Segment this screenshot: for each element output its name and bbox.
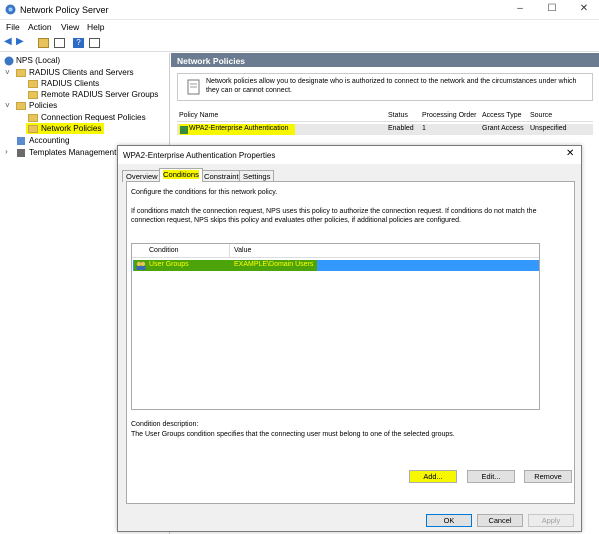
col-status[interactable]: Status <box>388 112 408 119</box>
pane-header: Network Policies <box>171 53 599 67</box>
folder-icon <box>28 125 38 133</box>
properties-icon[interactable] <box>89 38 100 48</box>
conditions-list: Condition Value User Groups EXAMPLE\Doma… <box>131 243 540 410</box>
policy-order: 1 <box>422 125 426 132</box>
dialog-title-bar: WPA2-Enterprise Authentication Propertie… <box>118 146 581 164</box>
column-divider <box>229 244 230 258</box>
properties-dialog: WPA2-Enterprise Authentication Propertie… <box>117 145 582 532</box>
condition-name: User Groups <box>149 261 189 268</box>
conditions-pane: Configure the conditions for this networ… <box>126 181 575 504</box>
up-folder-icon[interactable] <box>38 38 49 48</box>
col-policy-name[interactable]: Policy Name <box>179 112 218 119</box>
conditions-list-header: Condition Value <box>132 244 539 258</box>
tree-radius-clients[interactable]: RADIUS Clients <box>41 79 99 88</box>
accounting-icon <box>17 137 25 145</box>
add-button[interactable]: Add... <box>409 470 457 483</box>
policy-list-header: Policy Name Status Processing Order Acce… <box>177 111 593 122</box>
col-access-type[interactable]: Access Type <box>482 112 522 119</box>
edit-button[interactable]: Edit... <box>467 470 515 483</box>
window-title: Network Policy Server <box>20 5 109 15</box>
tree-nps-local[interactable]: NPS (Local) <box>16 56 60 65</box>
tree-policies[interactable]: Policies <box>29 101 57 110</box>
conditions-paragraph: If conditions match the connection reque… <box>131 208 537 224</box>
menu-bar: File Action View Help <box>0 20 599 34</box>
folder-icon <box>28 114 38 122</box>
col-value[interactable]: Value <box>234 247 251 254</box>
policy-row[interactable]: WPA2-Enterprise Authentication Enabled 1… <box>177 124 593 135</box>
policy-source: Unspecified <box>530 125 567 132</box>
help-icon[interactable]: ? <box>73 38 84 48</box>
back-icon[interactable]: ◀ <box>4 36 15 47</box>
info-text: Network policies allow you to designate … <box>206 78 577 94</box>
policy-status: Enabled <box>388 125 414 132</box>
condition-row[interactable]: User Groups EXAMPLE\Domain Users <box>133 260 539 271</box>
title-bar: Network Policy Server – ☐ ✕ <box>0 0 599 20</box>
menu-file[interactable]: File <box>6 22 20 32</box>
maximize-icon[interactable]: ☐ <box>542 3 562 17</box>
desc-text: The User Groups condition specifies that… <box>131 431 455 438</box>
ok-button[interactable]: OK <box>426 514 472 527</box>
user-group-icon <box>136 261 146 270</box>
info-box: Network policies allow you to designate … <box>177 73 593 101</box>
remove-button[interactable]: Remove <box>524 470 572 483</box>
tab-conditions-label: Conditions <box>163 170 199 179</box>
forward-icon[interactable]: ▶ <box>16 36 27 47</box>
col-processing-order[interactable]: Processing Order <box>422 112 476 119</box>
desc-label: Condition description: <box>131 421 199 428</box>
policy-access: Grant Access <box>482 125 524 132</box>
condition-value: EXAMPLE\Domain Users <box>234 261 314 268</box>
folder-icon <box>16 69 26 77</box>
chevron-right-icon[interactable]: › <box>5 147 8 156</box>
folder-icon <box>16 102 26 110</box>
conditions-intro: Configure the conditions for this networ… <box>131 189 278 196</box>
templates-icon <box>17 149 25 157</box>
tree-connection-request-policies[interactable]: Connection Request Policies <box>41 113 146 122</box>
cancel-button[interactable]: Cancel <box>477 514 523 527</box>
policy-enabled-icon <box>180 126 188 134</box>
menu-action[interactable]: Action <box>28 22 52 32</box>
toolbar: ◀ ▶ ? <box>0 34 599 52</box>
minimize-icon[interactable]: – <box>510 3 530 17</box>
folder-icon <box>28 91 38 99</box>
menu-view[interactable]: View <box>61 22 79 32</box>
chevron-down-icon[interactable]: ˅ <box>5 68 10 77</box>
folder-icon <box>28 80 38 88</box>
tree-network-policies[interactable]: Network Policies <box>41 124 102 133</box>
tree-radius-clients-servers[interactable]: RADIUS Clients and Servers <box>29 68 134 77</box>
tab-conditions[interactable]: Conditions <box>159 168 203 182</box>
apply-button[interactable]: Apply <box>528 514 574 527</box>
dialog-title: WPA2-Enterprise Authentication Propertie… <box>123 151 276 160</box>
show-tree-icon[interactable] <box>54 38 65 48</box>
col-condition[interactable]: Condition <box>149 247 179 254</box>
nps-app-icon <box>5 4 16 15</box>
nps-icon <box>4 56 14 66</box>
policy-name: WPA2-Enterprise Authentication <box>189 125 289 132</box>
document-icon <box>187 79 200 95</box>
close-icon[interactable]: ✕ <box>574 3 594 17</box>
menu-help[interactable]: Help <box>87 22 104 32</box>
tree-templates-management[interactable]: Templates Management <box>29 148 116 157</box>
dialog-close-icon[interactable]: ✕ <box>566 148 574 159</box>
chevron-down-icon[interactable]: ˅ <box>5 101 10 110</box>
tree-accounting[interactable]: Accounting <box>29 136 70 145</box>
tree-remote-radius-groups[interactable]: Remote RADIUS Server Groups <box>41 90 158 99</box>
col-source[interactable]: Source <box>530 112 552 119</box>
